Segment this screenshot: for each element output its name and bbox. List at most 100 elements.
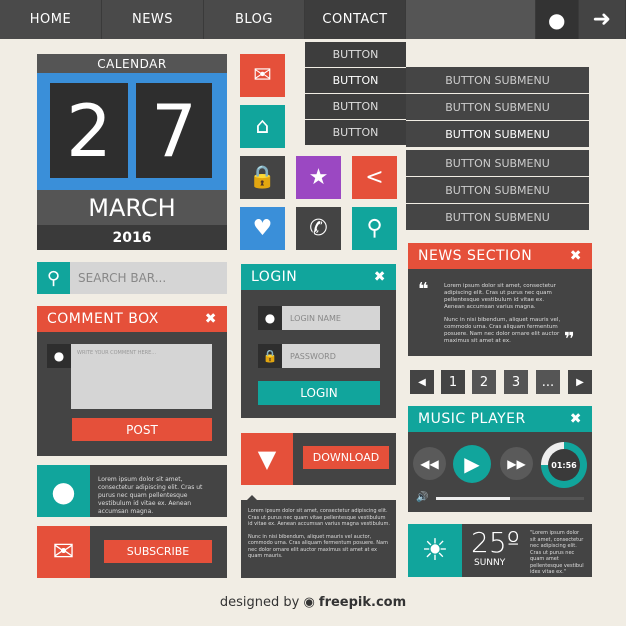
submenu-item[interactable]: BUTTON SUBMENU bbox=[406, 94, 589, 120]
page-button[interactable]: 2 bbox=[472, 370, 496, 394]
login-name-input[interactable]: LOGIN NAME bbox=[282, 306, 380, 330]
page-button[interactable]: 1 bbox=[441, 370, 465, 394]
submenu-label: BUTTON SUBMENU bbox=[445, 210, 550, 224]
subscribe-label: SUBSCRIBE bbox=[126, 545, 190, 558]
submenu-label: BUTTON SUBMENU bbox=[445, 73, 550, 87]
weather-quote: "Lorem ipsum dolor sit amet, consectetur… bbox=[530, 530, 584, 575]
nav-label: HOME bbox=[29, 12, 72, 27]
subscribe-button[interactable]: SUBSCRIBE bbox=[104, 540, 212, 563]
chat-card: ● Lorem ipsum dolor sit amet, consectetu… bbox=[37, 465, 227, 517]
dropdown-item[interactable]: BUTTON bbox=[305, 94, 406, 119]
dropdown-item[interactable]: BUTTON bbox=[305, 42, 406, 67]
search-placeholder: SEARCH BAR... bbox=[78, 271, 167, 285]
calendar-date-panel: 2 7 bbox=[37, 73, 227, 190]
lock-icon[interactable]: 🔒 bbox=[240, 156, 285, 199]
prev-page-button[interactable]: ◀ bbox=[410, 370, 434, 394]
textbox-text: Lorem ipsum dolor sit amet, consectetur … bbox=[248, 508, 390, 560]
comment-textarea[interactable]: WRITE YOUR COMMENT HERE... bbox=[71, 344, 212, 409]
forward-button[interactable]: ▶▶ bbox=[500, 447, 533, 480]
heart-icon[interactable]: ♥ bbox=[240, 207, 285, 250]
nav-news[interactable]: NEWS bbox=[102, 0, 204, 39]
dropdown-label: BUTTON bbox=[332, 100, 379, 113]
login-header: LOGIN ✖ bbox=[241, 264, 396, 290]
search-icon[interactable]: ⚲ bbox=[352, 207, 397, 250]
nav-label: NEWS bbox=[131, 12, 174, 27]
phone-icon[interactable]: ✆ bbox=[296, 207, 341, 250]
page-button[interactable]: 3 bbox=[504, 370, 528, 394]
footer-credit: designed by ◉ freepik.com bbox=[0, 592, 626, 612]
search-icon[interactable]: ⚲ bbox=[37, 262, 70, 294]
submenu-item-active[interactable]: BUTTON SUBMENU bbox=[406, 121, 589, 147]
arrow-right-icon[interactable]: ➜ bbox=[579, 0, 626, 39]
textbox-paragraph: Nunc in nisi bibendum, aliquet mauris ve… bbox=[248, 533, 388, 560]
quote-open-icon: ❝ bbox=[418, 279, 429, 300]
submenu-item[interactable]: BUTTON SUBMENU bbox=[406, 150, 589, 176]
submenu-item[interactable]: BUTTON SUBMENU bbox=[406, 177, 589, 203]
subscribe-card: ✉ SUBSCRIBE bbox=[37, 526, 227, 578]
login-box: LOGIN ✖ ● LOGIN NAME 🔒 PASSWORD LOGIN bbox=[241, 264, 396, 418]
page-label: 1 bbox=[448, 374, 458, 390]
calendar-title: CALENDAR bbox=[37, 54, 227, 73]
news-title: NEWS SECTION bbox=[418, 248, 533, 264]
news-header: NEWS SECTION ✖ bbox=[408, 243, 592, 269]
mail-icon: ✉ bbox=[37, 526, 90, 578]
comment-title: COMMENT BOX bbox=[47, 311, 159, 327]
volume-slider[interactable] bbox=[436, 497, 584, 500]
volume-icon: 🔊 bbox=[416, 492, 429, 503]
download-button[interactable]: DOWNLOAD bbox=[303, 446, 389, 469]
tooltip-pointer bbox=[247, 495, 257, 500]
password-placeholder: PASSWORD bbox=[290, 351, 336, 361]
user-icon[interactable]: ● bbox=[536, 0, 579, 39]
calendar-month: MARCH bbox=[37, 190, 227, 225]
login-title: LOGIN bbox=[251, 269, 298, 285]
text-tooltip-box: Lorem ipsum dolor sit amet, consectetur … bbox=[241, 495, 396, 578]
dropdown-label: BUTTON bbox=[332, 74, 379, 87]
submenu-item[interactable]: BUTTON SUBMENU bbox=[406, 67, 589, 93]
footer-brand: freepik.com bbox=[318, 594, 407, 610]
close-icon[interactable]: ✖ bbox=[570, 248, 582, 264]
comment-box: COMMENT BOX ✖ ● WRITE YOUR COMMENT HERE..… bbox=[37, 306, 227, 456]
search-input[interactable]: SEARCH BAR... bbox=[70, 262, 227, 294]
star-icon[interactable]: ★ bbox=[296, 156, 341, 199]
next-page-button[interactable]: ▶ bbox=[568, 370, 592, 394]
calendar-widget: CALENDAR 2 7 MARCH 2016 bbox=[37, 54, 227, 250]
page-label: 2 bbox=[479, 374, 489, 390]
quote-close-icon: ❞ bbox=[564, 329, 575, 350]
news-paragraph: Lorem ipsum dolor sit amet, consectetur … bbox=[444, 283, 556, 310]
nav-contact[interactable]: CONTACT bbox=[305, 0, 406, 39]
nav-blog[interactable]: BLOG bbox=[204, 0, 305, 39]
textbox-paragraph: Lorem ipsum dolor sit amet, consectetur … bbox=[248, 508, 390, 527]
time-progress-ring: 01:56 bbox=[541, 442, 587, 488]
login-name-placeholder: LOGIN NAME bbox=[290, 313, 341, 323]
close-icon[interactable]: ✖ bbox=[374, 269, 386, 285]
user-icon: ● bbox=[258, 306, 282, 330]
news-paragraph: Nunc in nisi bibendum, aliquet mauris ve… bbox=[444, 317, 561, 344]
music-header: MUSIC PLAYER ✖ bbox=[408, 406, 592, 432]
time-display: 01:56 bbox=[548, 449, 580, 481]
share-icon[interactable]: < bbox=[352, 156, 397, 199]
rewind-button[interactable]: ◀◀ bbox=[413, 447, 446, 480]
close-icon[interactable]: ✖ bbox=[570, 411, 582, 427]
login-button[interactable]: LOGIN bbox=[258, 381, 380, 405]
dropdown-item[interactable]: BUTTON bbox=[305, 120, 406, 145]
play-button[interactable]: ▶ bbox=[453, 445, 491, 483]
close-icon[interactable]: ✖ bbox=[205, 311, 217, 327]
news-section: NEWS SECTION ✖ ❝ Lorem ipsum dolor sit am… bbox=[408, 243, 592, 356]
home-icon[interactable]: ⌂ bbox=[240, 105, 285, 148]
dropdown-label: BUTTON bbox=[332, 126, 379, 139]
page-ellipsis[interactable]: ... bbox=[536, 370, 560, 394]
submenu-item[interactable]: BUTTON SUBMENU bbox=[406, 204, 589, 230]
comment-placeholder: WRITE YOUR COMMENT HERE... bbox=[77, 350, 157, 356]
music-title: MUSIC PLAYER bbox=[418, 411, 526, 427]
submenu-label: BUTTON SUBMENU bbox=[445, 183, 550, 197]
password-input[interactable]: PASSWORD bbox=[282, 344, 380, 368]
comment-header: COMMENT BOX ✖ bbox=[37, 306, 227, 332]
speech-bubble-icon: ● bbox=[47, 344, 71, 368]
page-label: ... bbox=[541, 374, 555, 390]
nav-home[interactable]: HOME bbox=[0, 0, 102, 39]
freepik-logo-icon: ◉ bbox=[303, 594, 315, 610]
mail-icon[interactable]: ✉ bbox=[240, 54, 285, 97]
dropdown-item-active[interactable]: BUTTON bbox=[305, 68, 406, 93]
nav-spacer bbox=[406, 0, 536, 39]
post-button[interactable]: POST bbox=[72, 418, 212, 441]
